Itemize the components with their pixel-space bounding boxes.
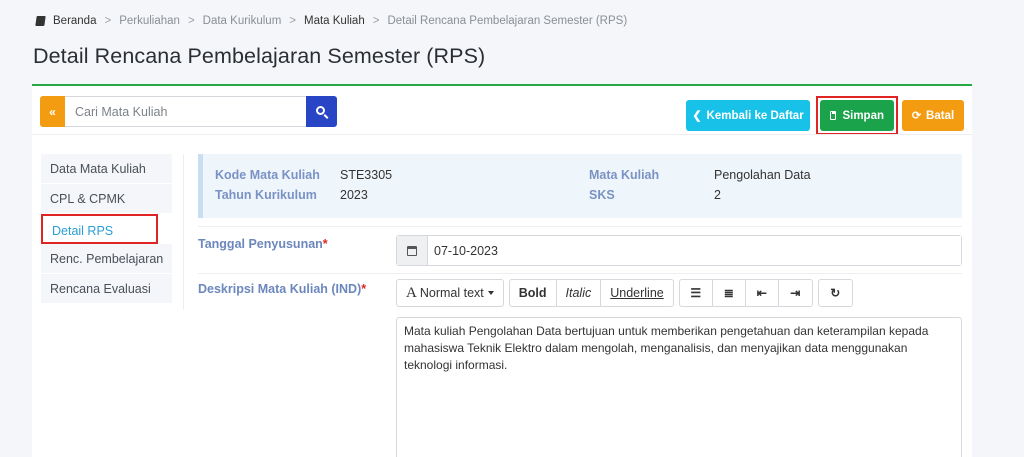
breadcrumb: Beranda > Perkuliahan > Data Kurikulum >… — [35, 15, 628, 27]
indent-icon[interactable]: ⇥ — [779, 280, 812, 306]
text-style-icon: A — [406, 284, 417, 301]
outdent-icon[interactable]: ⇤ — [746, 280, 779, 306]
breadcrumb-home[interactable]: Beranda — [53, 15, 96, 27]
divider — [32, 134, 972, 135]
divider — [183, 154, 184, 310]
numbered-list-icon[interactable]: ≣ — [713, 280, 746, 306]
search-bar: « — [40, 96, 337, 127]
sidebar-item-renc-pembelajaran[interactable]: Renc. Pembelajaran — [41, 244, 172, 274]
save-button[interactable]: Simpan — [820, 100, 894, 131]
tanggal-input[interactable] — [428, 236, 961, 265]
caret-down-icon — [487, 291, 494, 295]
collapse-button[interactable]: « — [40, 96, 65, 127]
undo-group: ↻ — [817, 279, 853, 307]
format-group: A Normal text — [396, 279, 504, 307]
page-title: Detail Rencana Pembelajaran Semester (RP… — [33, 44, 486, 68]
chevron-left-icon: ❮ — [692, 110, 702, 122]
list-group: ☰ ≣ ⇤ ⇥ — [678, 279, 813, 307]
calendar-icon-addon[interactable] — [397, 236, 428, 265]
underline-button[interactable]: Underline — [601, 280, 673, 306]
breadcrumb-perkuliahan[interactable]: Perkuliahan — [119, 15, 180, 27]
save-highlight: Simpan — [816, 96, 898, 135]
undo-icon[interactable]: ↻ — [819, 280, 852, 306]
tanggal-label-text: Tanggal Penyusunan — [198, 237, 323, 251]
breadcrumb-data-kurikulum[interactable]: Data Kurikulum — [203, 15, 282, 27]
course-info-box: Kode Mata Kuliah STE3305 Tahun Kurikulum… — [198, 154, 962, 218]
rps-card: « ❮ Kembali ke Daftar Simpan ⟳ Batal Dat… — [32, 84, 972, 457]
sidebar-item-cpl-cpmk[interactable]: CPL & CPMK — [41, 184, 172, 214]
italic-button[interactable]: Italic — [557, 280, 602, 306]
breadcrumb-separator: > — [289, 15, 296, 27]
book-icon — [35, 16, 46, 26]
divider — [198, 226, 962, 227]
kode-label: Kode Mata Kuliah — [215, 168, 320, 182]
save-label: Simpan — [842, 109, 884, 122]
floppy-disk-icon — [830, 111, 837, 120]
cancel-button[interactable]: ⟳ Batal — [902, 100, 964, 131]
tanggal-label: Tanggal Penyusunan* — [198, 237, 328, 251]
kode-value: STE3305 — [340, 168, 393, 182]
mata-kuliah-value: Pengolahan Data — [714, 168, 811, 182]
deskripsi-label-text: Deskripsi Mata Kuliah (IND) — [198, 282, 362, 296]
action-buttons: ❮ Kembali ke Daftar Simpan ⟳ Batal — [686, 96, 964, 135]
sidebar-item-detail-rps[interactable]: Detail RPS — [41, 214, 158, 244]
sks-value: 2 — [714, 188, 721, 202]
required-mark: * — [361, 282, 367, 296]
tahun-value: 2023 — [340, 188, 368, 202]
breadcrumb-current: Detail Rencana Pembelajaran Semester (RP… — [387, 15, 628, 27]
back-label: Kembali ke Daftar — [706, 109, 804, 122]
breadcrumb-separator: > — [372, 15, 380, 27]
deskripsi-label: Deskripsi Mata Kuliah (IND)* — [198, 282, 366, 296]
editor-toolbar: A Normal text Bold Italic Underline ☰ ≣ … — [396, 279, 858, 307]
tanggal-date-field — [396, 235, 962, 266]
sidebar-item-rencana-evaluasi[interactable]: Rencana Evaluasi — [41, 274, 172, 304]
sidebar-item-data-mata-kuliah[interactable]: Data Mata Kuliah — [41, 154, 172, 184]
cancel-label: Batal — [926, 109, 955, 122]
breadcrumb-mata-kuliah[interactable]: Mata Kuliah — [304, 15, 365, 27]
breadcrumb-separator: > — [104, 15, 112, 27]
breadcrumb-separator: > — [187, 15, 195, 27]
back-to-list-button[interactable]: ❮ Kembali ke Daftar — [686, 100, 810, 131]
bold-button[interactable]: Bold — [510, 280, 557, 306]
tahun-label: Tahun Kurikulum — [215, 188, 317, 202]
mata-kuliah-label: Mata Kuliah — [589, 168, 660, 182]
bullet-list-icon[interactable]: ☰ — [680, 280, 713, 306]
emphasis-group: Bold Italic Underline — [508, 279, 674, 307]
divider — [198, 273, 962, 274]
search-button[interactable] — [306, 96, 337, 127]
refresh-icon: ⟳ — [911, 110, 922, 122]
deskripsi-editor[interactable]: Mata kuliah Pengolahan Data bertujuan un… — [396, 317, 962, 457]
sks-label: SKS — [589, 188, 615, 202]
search-input[interactable] — [65, 96, 306, 127]
search-icon — [316, 106, 325, 115]
calendar-icon — [407, 245, 417, 256]
sidebar-nav: Data Mata Kuliah CPL & CPMK Detail RPS R… — [41, 154, 172, 304]
required-mark: * — [322, 237, 328, 251]
normal-text-dropdown[interactable]: A Normal text — [397, 280, 503, 306]
normal-text-label: Normal text — [419, 286, 484, 300]
